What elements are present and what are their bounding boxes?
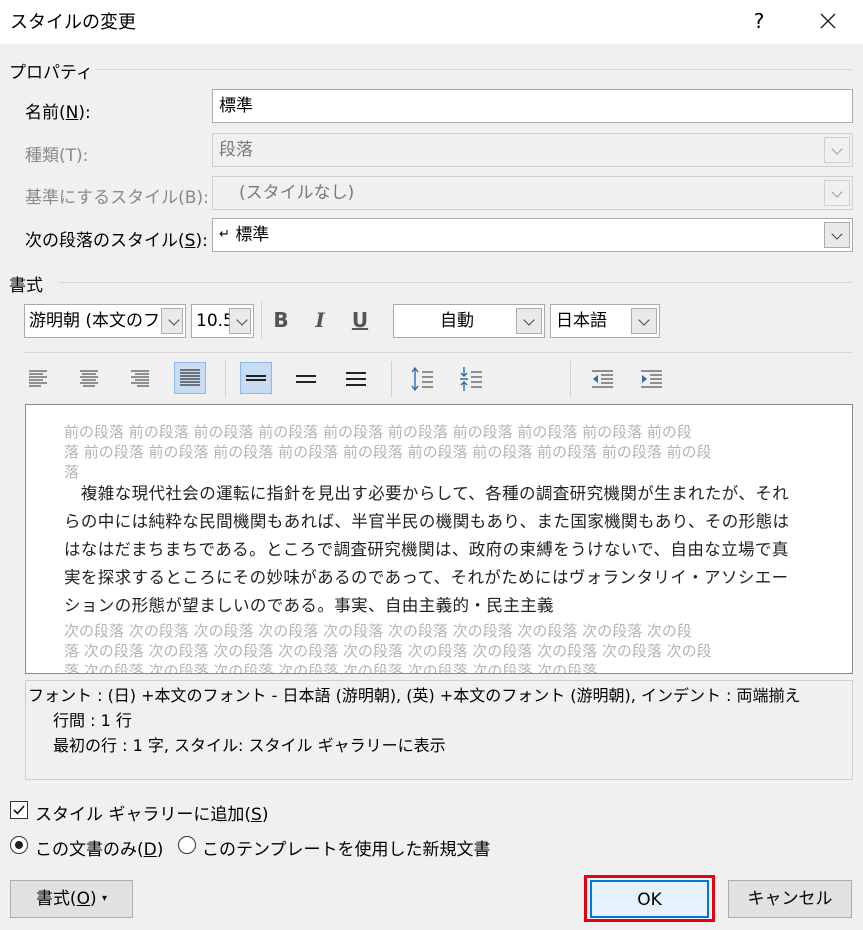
format-menu-button[interactable]: 書式(O) ▾ [10, 880, 133, 918]
toolbar-divider [261, 302, 262, 338]
new-template-documents-radio[interactable] [178, 836, 196, 854]
font-color-select[interactable]: 自動 [393, 304, 545, 338]
chevron-down-icon[interactable] [824, 222, 850, 248]
type-label: 種類(T): [25, 146, 89, 166]
previous-paragraph-line: 前の段落 前の段落 前の段落 前の段落 前の段落 前の段落 前の段落 前の段落 … [64, 423, 692, 441]
checkmark-icon [13, 805, 25, 815]
dialog-title: スタイルの変更 [10, 12, 136, 33]
double-spacing-icon [346, 372, 366, 386]
next-paragraph-line: 次の段落 次の段落 次の段落 次の段落 次の段落 次の段落 次の段落 次の段落 … [64, 622, 692, 640]
increase-indent-icon [641, 370, 662, 388]
format-toolbar-divider [24, 352, 853, 353]
name-input[interactable]: 標準 [212, 89, 853, 123]
add-to-gallery-label[interactable]: スタイル ギャラリーに追加(S) [35, 800, 268, 825]
sample-line: ションの形態が望ましいのである。事実、自由主義的・民主主義 [64, 596, 554, 615]
base-style-value: (スタイルなし) [239, 183, 355, 203]
font-select[interactable]: 游明朝 (本文のフ [24, 304, 186, 338]
type-value: 段落 [219, 140, 253, 160]
properties-heading: プロパティ [9, 63, 93, 83]
paragraph-mark-icon: ↵ [219, 227, 230, 242]
decrease-spacing-button[interactable] [455, 363, 487, 395]
italic-button[interactable]: I [305, 305, 335, 335]
chevron-down-icon [824, 180, 850, 206]
justify-icon [180, 369, 200, 386]
sample-line: はなはだまちまちである。ところで調査研究機関は、政府の束縛をうけないで、自由な立… [64, 540, 789, 559]
increase-indent-button[interactable] [636, 363, 668, 395]
bold-button[interactable]: B [266, 305, 296, 335]
chevron-down-icon[interactable] [229, 308, 251, 334]
next-paragraph-text: 次の段落 次の段落 次の段落 次の段落 次の段落 次の段落 次の段落 次の段落 … [64, 621, 824, 674]
increase-spacing-button[interactable] [406, 363, 438, 395]
properties-divider [95, 69, 853, 70]
one-half-spacing-button[interactable] [290, 363, 322, 395]
double-spacing-button[interactable] [340, 363, 372, 395]
align-right-icon [131, 370, 149, 387]
justify-button[interactable] [174, 362, 206, 394]
language-select[interactable]: 日本語 [550, 304, 660, 338]
type-select: 段落 [212, 133, 853, 167]
previous-paragraph-text: 前の段落 前の段落 前の段落 前の段落 前の段落 前の段落 前の段落 前の段落 … [64, 422, 824, 482]
this-document-radio[interactable] [10, 836, 28, 854]
next-paragraph-line: 落 次の段落 次の段落 次の段落 次の段落 次の段落 次の段落 次の段落 次の段… [64, 662, 598, 674]
sample-line: 実を探求するところにその妙味があるのであって、それがためにはヴォランタリイ・アソ… [64, 568, 789, 587]
description-line: 最初の行 : 1 字, スタイル: スタイル ギャラリーに表示 [53, 736, 446, 755]
next-style-select[interactable]: ↵ 標準 [212, 218, 853, 252]
description-line: フォント : (日) +本文のフォント - 日本語 (游明朝), (英) +本文… [28, 686, 801, 705]
close-icon [820, 13, 836, 29]
single-spacing-button[interactable] [240, 362, 272, 394]
previous-paragraph-line: 落 前の段落 前の段落 前の段落 前の段落 前の段落 前の段落 前の段落 前の段… [64, 443, 712, 461]
close-button[interactable] [813, 6, 843, 36]
toolbar-divider [225, 361, 226, 397]
increase-spacing-icon [411, 366, 433, 392]
ok-button[interactable]: OK [590, 880, 709, 918]
decrease-indent-icon [592, 370, 613, 388]
single-spacing-icon [246, 375, 266, 381]
chevron-down-icon[interactable] [161, 308, 183, 334]
next-paragraph-line: 落 次の段落 次の段落 次の段落 次の段落 次の段落 次の段落 次の段落 次の段… [64, 642, 712, 660]
sample-paragraph-text: 複雑な現代社会の運転に指針を見出す必要からして、各種の調査研究機関が生まれたが、… [64, 480, 834, 620]
align-right-button[interactable] [123, 363, 155, 395]
style-preview: 前の段落 前の段落 前の段落 前の段落 前の段落 前の段落 前の段落 前の段落 … [25, 404, 853, 674]
align-center-button[interactable] [73, 363, 105, 395]
font-color-value: 自動 [440, 311, 474, 331]
language-value: 日本語 [556, 311, 607, 331]
new-template-documents-label[interactable]: このテンプレートを使用した新規文書 [202, 835, 491, 860]
decrease-spacing-icon [460, 367, 482, 391]
chevron-down-icon[interactable] [631, 308, 657, 334]
next-style-label: 次の段落のスタイル(S): [25, 231, 208, 251]
style-description: フォント : (日) +本文のフォント - 日本語 (游明朝), (英) +本文… [25, 680, 853, 780]
cancel-button[interactable]: キャンセル [728, 880, 852, 918]
next-style-value: 標準 [235, 225, 270, 245]
decrease-indent-button[interactable] [587, 363, 619, 395]
font-value: 游明朝 (本文のフ [29, 311, 161, 331]
chevron-down-icon [824, 137, 850, 163]
chevron-down-icon[interactable] [516, 308, 542, 334]
format-divider [58, 282, 853, 283]
underline-button[interactable]: U [345, 305, 375, 335]
align-left-button[interactable] [23, 363, 55, 395]
name-label: 名前(N): [25, 103, 91, 123]
one-half-spacing-icon [296, 375, 316, 383]
add-to-gallery-checkbox[interactable] [10, 801, 28, 819]
base-style-select: (スタイルなし) [212, 176, 853, 210]
font-size-select[interactable]: 10.5 [191, 304, 254, 338]
this-document-label[interactable]: この文書のみ(D) [35, 835, 163, 860]
toolbar-divider [391, 361, 392, 397]
align-center-icon [80, 370, 98, 387]
previous-paragraph-line: 落 [64, 463, 80, 481]
base-style-label: 基準にするスタイル(B): [25, 188, 209, 208]
sample-line: 複雑な現代社会の運転に指針を見出す必要からして、各種の調査研究機関が生まれたが、… [64, 484, 790, 503]
align-left-icon [29, 370, 47, 387]
sample-line: らの中には純粋な民間機関もあれば、半官半民の機関もあり、また国家機関もあり、その… [64, 512, 790, 531]
format-heading: 書式 [9, 276, 43, 296]
help-button[interactable]: ? [744, 6, 774, 36]
description-line: 行間 : 1 行 [53, 711, 132, 730]
toolbar-divider [570, 361, 571, 397]
dropdown-arrow-icon: ▾ [102, 893, 108, 904]
